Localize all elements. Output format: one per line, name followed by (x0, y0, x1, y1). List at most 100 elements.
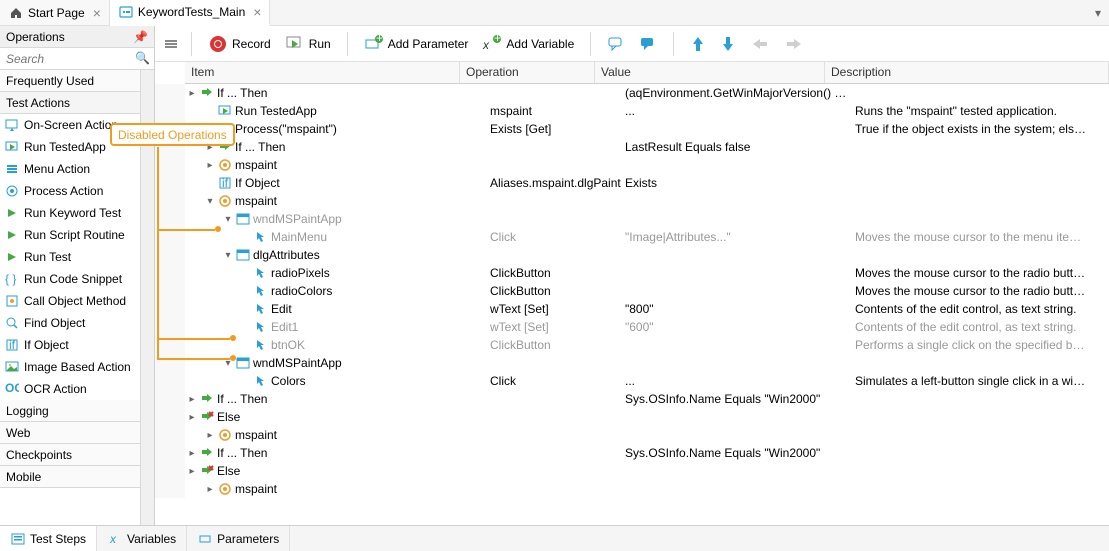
grid-row[interactable]: ▸If ... ThenSys.OSInfo.Name Equals "Win2… (155, 444, 1109, 462)
callout-dot (215, 226, 221, 232)
category-mobile[interactable]: Mobile (0, 466, 154, 488)
grid-row[interactable]: Run TestedAppmspaint...Runs the "mspaint… (155, 102, 1109, 120)
header-description[interactable]: Description (825, 62, 1109, 83)
tab-test-steps[interactable]: Test Steps (0, 526, 97, 551)
row-gutter (155, 462, 185, 480)
grid-row[interactable]: ▾wndMSPaintApp (155, 354, 1109, 372)
move-down-button[interactable] (716, 32, 740, 56)
item-label: If Object (235, 176, 280, 190)
grid-row[interactable]: ColorsClick...Simulates a left-button si… (155, 372, 1109, 390)
grid-row[interactable]: ▸mspaint (155, 426, 1109, 444)
category-web[interactable]: Web (0, 422, 154, 444)
move-up-button[interactable] (686, 32, 710, 56)
tab-variables[interactable]: xVariables (97, 526, 187, 551)
item-label: btnOK (271, 338, 305, 352)
category-checkpoints[interactable]: Checkpoints (0, 444, 154, 466)
parameters-icon (197, 531, 213, 547)
pin-icon[interactable]: 📌 (133, 30, 148, 44)
op-run-script-routine[interactable]: Run Script Routine (0, 224, 154, 246)
value-cell: "800" (625, 302, 855, 316)
callout-connector (157, 338, 230, 340)
op-image-based-action[interactable]: Image Based Action (0, 356, 154, 378)
description-cell: Runs the "mspaint" tested application. (855, 104, 1109, 118)
grid-row[interactable]: ▾wndMSPaintApp (155, 210, 1109, 228)
expand-toggle[interactable]: ▸ (203, 430, 217, 441)
comment-button[interactable] (603, 33, 629, 55)
expand-toggle[interactable]: ▸ (185, 448, 199, 459)
item-label: MainMenu (271, 230, 327, 244)
operation-cell: ClickButton (490, 284, 625, 298)
home-icon (8, 5, 24, 21)
tab-keyword-tests[interactable]: KeywordTests_Main × (110, 0, 271, 26)
grid-row[interactable]: Process("mspaint")Exists [Get]True if th… (155, 120, 1109, 138)
category-test-actions[interactable]: Test Actions (0, 92, 154, 114)
category-logging[interactable]: Logging (0, 400, 154, 422)
grid-row[interactable]: ▸Else (155, 462, 1109, 480)
row-gutter (155, 444, 185, 462)
search-input[interactable] (0, 48, 154, 69)
op-call-object-method[interactable]: Call Object Method (0, 290, 154, 312)
expand-toggle[interactable]: ▸ (203, 484, 217, 495)
callout-connector (157, 147, 159, 360)
grid-row[interactable]: ▾mspaint (155, 192, 1109, 210)
expand-toggle[interactable]: ▾ (203, 196, 217, 207)
expand-toggle[interactable]: ▸ (185, 466, 199, 477)
expand-toggle[interactable]: ▸ (185, 412, 199, 423)
expand-toggle[interactable]: ▾ (221, 214, 235, 225)
operation-cell: wText [Set] (490, 302, 625, 316)
grid-row[interactable]: radioColorsClickButtonMoves the mouse cu… (155, 282, 1109, 300)
move-right-button[interactable] (780, 34, 808, 54)
move-left-button[interactable] (746, 34, 774, 54)
grid-row[interactable]: ▸mspaint (155, 480, 1109, 498)
grid-row[interactable]: ▸If ... Then(aqEnvironment.GetWinMajorVe… (155, 84, 1109, 102)
item-label: mspaint (235, 158, 277, 172)
op-if-object[interactable]: ifIf Object (0, 334, 154, 356)
uncomment-button[interactable] (635, 33, 661, 55)
record-button[interactable]: Record (204, 32, 275, 56)
grid-body[interactable]: ▸If ... Then(aqEnvironment.GetWinMajorVe… (155, 84, 1109, 525)
grid-row[interactable]: ▸Else (155, 408, 1109, 426)
op-run-keyword-test[interactable]: Run Keyword Test (0, 202, 154, 224)
header-operation[interactable]: Operation (460, 62, 595, 83)
grid-row[interactable]: btnOKClickButtonPerforms a single click … (155, 336, 1109, 354)
grid-row[interactable]: EditwText [Set]"800"Contents of the edit… (155, 300, 1109, 318)
op-find-object[interactable]: Find Object (0, 312, 154, 334)
tab-label: KeywordTests_Main (138, 5, 245, 19)
header-value[interactable]: Value (595, 62, 825, 83)
run-button[interactable]: Run (281, 32, 335, 56)
expand-toggle[interactable]: ▾ (221, 250, 235, 261)
grid-row[interactable]: ▾dlgAttributes (155, 246, 1109, 264)
op-process-action[interactable]: Process Action (0, 180, 154, 202)
expand-toggle[interactable]: ▸ (185, 88, 199, 99)
grid-row[interactable]: radioPixelsClickButtonMoves the mouse cu… (155, 264, 1109, 282)
category-frequently-used[interactable]: Frequently Used (0, 70, 154, 92)
row-gutter (155, 372, 185, 390)
hamburger-icon[interactable] (163, 36, 179, 52)
tab-overflow-button[interactable]: ▾ (1087, 0, 1109, 25)
row-gutter (155, 408, 185, 426)
grid-row[interactable]: ▸ mspaint (155, 156, 1109, 174)
grid-row[interactable]: Edit1wText [Set]"600"Contents of the edi… (155, 318, 1109, 336)
close-icon[interactable]: × (253, 4, 261, 20)
close-icon[interactable]: × (93, 5, 101, 21)
op-run-test[interactable]: Run Test (0, 246, 154, 268)
add-variable-button[interactable]: x+Add Variable (478, 32, 578, 56)
svg-text:if: if (222, 176, 229, 190)
tab-parameters[interactable]: Parameters (187, 526, 290, 551)
add-parameter-button[interactable]: +Add Parameter (360, 32, 473, 56)
header-item[interactable]: Item (185, 62, 460, 83)
grid-row[interactable]: ▸If ... ThenSys.OSInfo.Name Equals "Win2… (155, 390, 1109, 408)
op-ocr-action[interactable]: OCROCR Action (0, 378, 154, 400)
item-label: If ... Then (217, 446, 267, 460)
expand-toggle[interactable]: ▸ (203, 160, 217, 171)
grid-header: Item Operation Value Description (185, 62, 1109, 84)
grid-row[interactable]: MainMenuClick"Image|Attributes..."Moves … (155, 228, 1109, 246)
op-menu-action[interactable]: Menu Action (0, 158, 154, 180)
tab-start-page[interactable]: Start Page × (0, 0, 110, 25)
op-icon: OCR (4, 381, 20, 397)
op-icon (4, 293, 20, 309)
grid-row[interactable]: ▸If ... ThenLastResult Equals false (155, 138, 1109, 156)
op-run-code-snippet[interactable]: { }Run Code Snippet (0, 268, 154, 290)
grid-row[interactable]: ifIf ObjectAliases.mspaint.dlgPaintExist… (155, 174, 1109, 192)
expand-toggle[interactable]: ▸ (185, 394, 199, 405)
